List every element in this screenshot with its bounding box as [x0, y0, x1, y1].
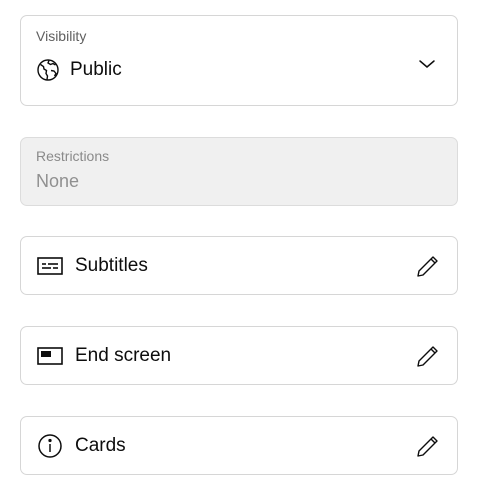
visibility-value: Public — [70, 59, 122, 80]
globe-icon — [36, 58, 60, 82]
subtitles-item[interactable]: Subtitles — [20, 236, 458, 295]
pencil-icon[interactable] — [415, 343, 441, 369]
chevron-down-icon[interactable] — [417, 54, 437, 74]
visibility-label: Visibility — [36, 28, 87, 44]
cards-label: Cards — [75, 434, 126, 456]
end-screen-label: End screen — [75, 344, 172, 366]
cards-item[interactable]: Cards — [20, 416, 458, 475]
pencil-icon[interactable] — [415, 253, 441, 279]
end-screen-icon — [37, 343, 63, 369]
subtitles-label: Subtitles — [75, 254, 148, 276]
pencil-icon[interactable] — [415, 433, 441, 459]
video-details-panel: Visibility Public Restrictions None Subt… — [0, 0, 493, 496]
end-screen-item[interactable]: End screen — [20, 326, 458, 385]
info-icon — [37, 433, 63, 459]
restrictions-field: Restrictions None — [20, 137, 458, 206]
visibility-value-row: Public — [36, 58, 122, 82]
visibility-dropdown[interactable]: Visibility Public — [20, 15, 458, 106]
restrictions-label: Restrictions — [36, 148, 110, 164]
subtitles-icon — [37, 253, 63, 279]
restrictions-value: None — [36, 171, 80, 191]
